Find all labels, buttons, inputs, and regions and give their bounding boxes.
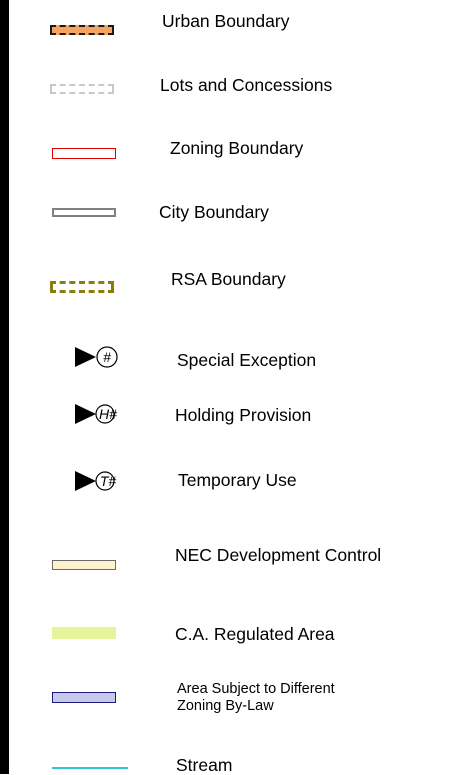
lots-concessions-label: Lots and Concessions xyxy=(160,75,333,95)
rsa-boundary-label: RSA Boundary xyxy=(171,269,286,289)
holding-provision-label: Holding Provision xyxy=(175,405,312,425)
temporary-use-symbol: T# xyxy=(75,471,117,491)
zoning-boundary-symbol xyxy=(52,148,116,159)
holding-provision-symbol-text: H# xyxy=(99,406,117,422)
stream-symbol xyxy=(52,767,128,769)
nec-development-control-symbol xyxy=(52,560,116,570)
special-exception-symbol-text: # xyxy=(103,349,111,365)
triangle-arrow-icon xyxy=(75,347,96,367)
triangle-arrow-icon xyxy=(75,404,96,424)
lots-concessions-symbol xyxy=(50,84,114,94)
map-legend: Urban Boundary Lots and Concessions Zoni… xyxy=(0,0,459,775)
ca-regulated-area-label: C.A. Regulated Area xyxy=(175,624,335,644)
city-boundary-label: City Boundary xyxy=(159,202,269,222)
rsa-boundary-symbol xyxy=(50,281,114,293)
city-boundary-symbol xyxy=(52,208,116,217)
nec-development-control-label: NEC Development Control xyxy=(175,545,382,565)
special-exception-symbol: # xyxy=(75,346,118,368)
zoning-boundary-label: Zoning Boundary xyxy=(170,138,304,158)
special-exception-label: Special Exception xyxy=(177,350,317,370)
stream-label: Stream xyxy=(176,755,233,775)
different-zoning-bylaw-label: Area Subject to Different Zoning By-Law xyxy=(177,681,335,715)
urban-boundary-label: Urban Boundary xyxy=(162,11,290,31)
different-zoning-bylaw-label-line1: Area Subject to Different xyxy=(177,681,335,697)
holding-provision-symbol: H# xyxy=(75,404,117,424)
temporary-use-symbol-text: T# xyxy=(100,473,117,489)
urban-boundary-symbol xyxy=(50,25,114,35)
different-zoning-bylaw-label-line2: Zoning By-Law xyxy=(177,698,274,714)
temporary-use-label: Temporary Use xyxy=(178,470,297,490)
triangle-arrow-icon xyxy=(75,471,96,491)
ca-regulated-area-symbol xyxy=(52,627,116,639)
different-zoning-bylaw-symbol xyxy=(52,692,116,703)
